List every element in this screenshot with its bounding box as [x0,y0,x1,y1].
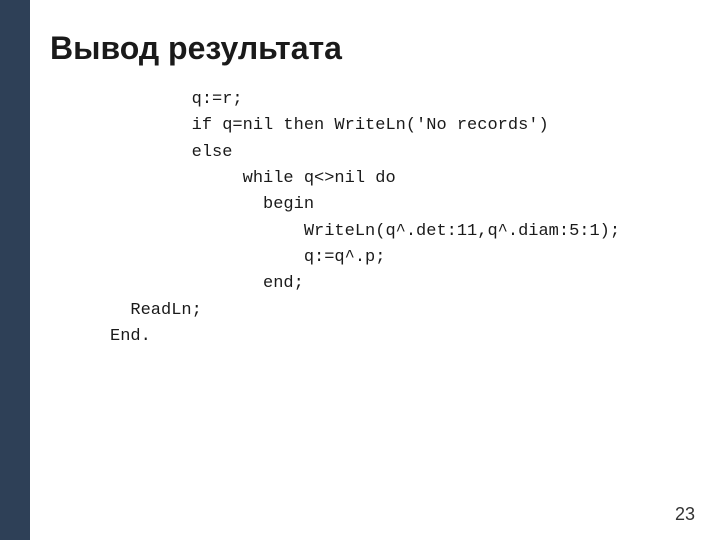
code-line-1: q:=r; [110,87,690,113]
code-line-2: if q=nil then WriteLn('No records') [110,113,690,139]
top-bar [0,0,30,540]
code-line-9: ReadLn; [110,298,690,324]
slide: Вывод результата q:=r; if q=nil then Wri… [0,0,720,540]
slide-title: Вывод результата [50,30,690,67]
code-line-7: q:=q^.p; [110,245,690,271]
page-number: 23 [675,504,695,525]
code-line-4: while q<>nil do [110,166,690,192]
code-line-3: else [110,140,690,166]
code-block: q:=r; if q=nil then WriteLn('No records'… [110,87,690,350]
code-line-10: End. [110,324,690,350]
content: Вывод результата q:=r; if q=nil then Wri… [50,20,690,350]
code-line-6: WriteLn(q^.det:11,q^.diam:5:1); [110,219,690,245]
code-line-8: end; [110,271,690,297]
code-line-5: begin [110,192,690,218]
